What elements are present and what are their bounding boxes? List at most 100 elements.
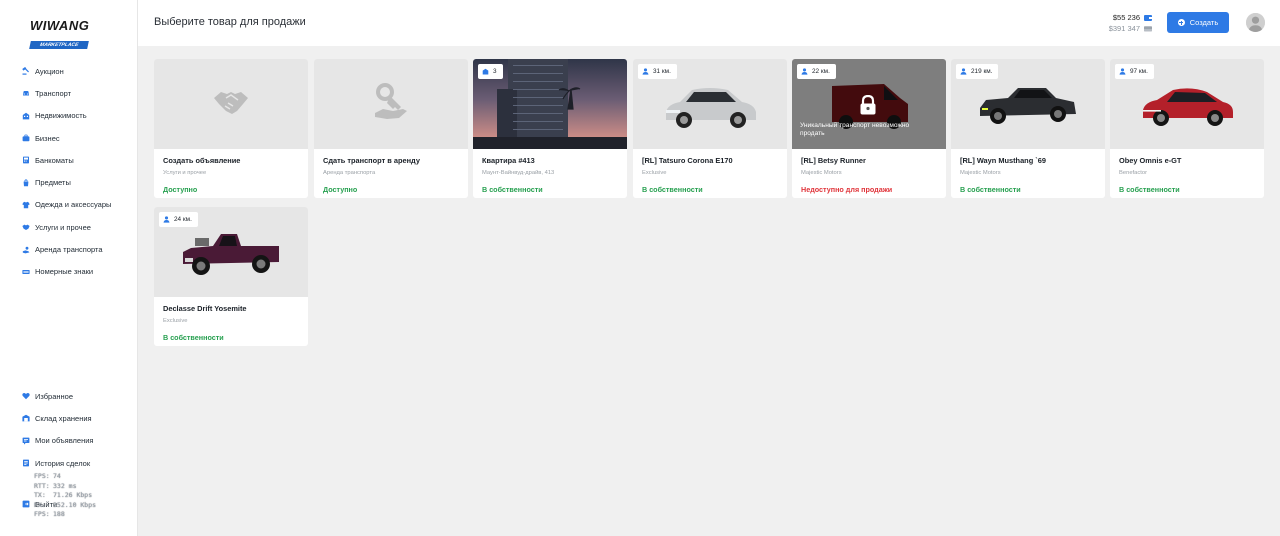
debug-value: 332 ms [53,481,77,490]
sidebar-item-auction[interactable]: Аукцион [0,60,138,82]
sidebar-item-label: Склад хранения [35,413,92,423]
balance: $55 236 $391 347 [1109,12,1152,33]
building-icon [482,68,489,75]
truck-image [183,234,279,275]
logo-subtitle: MARKETPLACE [29,41,90,49]
badge-value: 97 км. [1130,68,1148,75]
card-vehicle[interactable]: 219 км. [RL] Wayn Musthang `69 Majestic … [951,59,1105,198]
key-hand-icon [373,82,409,126]
bank-balance: $391 347 [1109,23,1152,33]
person-icon [163,216,170,223]
card-status: В собственности [482,185,543,194]
card-media: 219 км. [951,59,1105,149]
card-badge: 3 [478,64,503,79]
debug-row: TX: 71.26 Kbps [34,491,96,501]
person-icon [1119,68,1126,75]
cash-value: $55 236 [1112,12,1140,22]
cash-balance: $55 236 [1109,12,1152,22]
handshake-icon [212,89,250,120]
card-media [154,59,308,149]
card-badge: 24 км. [159,212,198,227]
debug-value: 71.26 Kbps [53,491,93,500]
card-create-listing[interactable]: Создать объявление Услуги и прочее Досту… [154,59,308,198]
person-icon [960,68,967,75]
debug-value: 188 [53,510,65,519]
sidebar-item-label: Недвижимость [35,111,87,121]
card-vehicle[interactable]: 24 км. Declasse Drift Yosemite Exclusive… [154,207,308,346]
sidebar-item-transport[interactable]: Транспорт [0,82,138,104]
debug-key: RTT: [34,481,50,490]
card-title: [RL] Betsy Runner [801,156,866,165]
debug-key: RX: [34,500,46,509]
badge-value: 3 [493,68,497,75]
card-badge: 22 км. [797,64,836,79]
card-subtitle: Benefactor [1119,170,1148,176]
page-title: Выберите товар для продажи [154,16,306,28]
card-media: 97 км. [1110,59,1264,149]
plus-circle-icon [1177,19,1185,26]
card-media: 31 км. [633,59,787,149]
card-apartment[interactable]: 3 Квартира #413 Маунт-Вайнвуд-драйв, 413… [473,59,627,198]
card-status: Недоступно для продажи [801,185,893,194]
sidebar-item-label: Избранное [35,391,74,401]
debug-row: RX: 352.10 Kbps [34,501,96,511]
card-title: Создать объявление [163,156,241,165]
sidebar-item-label: Услуги и прочее [35,222,91,232]
logo-text: WIWANG [30,18,90,33]
sidebar-item-rent[interactable]: Аренда транспорта [0,238,138,260]
card-vehicle-locked[interactable]: Уникальный транспорт невозможно продать … [792,59,946,198]
debug-key: FPS: [34,472,50,480]
ads-icon [22,437,30,445]
debug-row: FPS: 188 [34,510,96,520]
sidebar-item-realty[interactable]: Недвижимость [0,105,138,127]
heart-icon [22,392,30,400]
logo[interactable]: WIWANG MARKETPLACE [29,18,106,49]
card-rent-transport[interactable]: Сдать транспорт в аренду Аренда транспор… [314,59,468,198]
card-title: Obey Omnis e-GT [1119,156,1182,165]
rent-icon [22,246,30,254]
sidebar-item-label: Предметы [35,178,71,188]
create-button[interactable]: Создать [1167,12,1229,33]
sidebar-item-label: История сделок [35,458,91,468]
sidebar-item-my-ads[interactable]: Мои объявления [0,430,138,452]
card-subtitle: Услуги и прочее [163,170,207,176]
car-icon [22,89,30,97]
debug-value: 352.10 Kbps [53,500,97,509]
badge-value: 219 км. [971,68,993,75]
card-vehicle[interactable]: 31 км. [RL] Tatsuro Corona E170 Exclusiv… [633,59,787,198]
card-status: В собственности [1119,185,1180,194]
sidebar-item-clothes[interactable]: Одежда и аксессуары [0,194,138,216]
card-vehicle[interactable]: 97 км. Obey Omnis e-GT Benefactor В собс… [1110,59,1264,198]
handshake-icon [22,223,30,231]
history-icon [22,459,30,467]
card-status: Доступно [323,185,358,194]
sidebar-item-warehouse[interactable]: Склад хранения [0,407,138,429]
sidebar-nav: Аукцион Транспорт Недвижимость Бизнес Ба… [0,60,138,283]
sidebar: WIWANG MARKETPLACE Аукцион Транспорт Нед… [0,0,138,536]
auction-icon [22,67,30,75]
debug-row: RTT: 332 ms [34,482,96,492]
sidebar-item-label: Транспорт [35,88,72,98]
sidebar-item-label: Аренда транспорта [35,245,103,255]
sidebar-item-services[interactable]: Услуги и прочее [0,216,138,238]
avatar[interactable] [1246,13,1265,32]
card-subtitle: Exclusive [642,170,667,176]
sidebar-item-favorites[interactable]: Избранное [0,385,138,407]
atm-icon [22,156,30,164]
sidebar-item-atm[interactable]: Банкоматы [0,149,138,171]
sidebar-item-history[interactable]: История сделок [0,452,138,474]
header: Выберите товар для продажи $55 236 $391 … [138,0,1280,46]
card-media [314,59,468,149]
person-icon [642,68,649,75]
car-image [666,88,756,128]
bank-value: $391 347 [1108,23,1140,33]
car-image [980,88,1076,124]
card-subtitle: Аренда транспорта [323,170,376,176]
sidebar-item-business[interactable]: Бизнес [0,127,138,149]
sidebar-item-items[interactable]: Предметы [0,171,138,193]
card-badge: 31 км. [638,64,677,79]
card-media: Уникальный транспорт невозможно продать … [792,59,946,149]
sidebar-item-plates[interactable]: Номерные знаки [0,261,138,283]
card-title: Квартира #413 [482,156,535,165]
items-icon [22,179,30,187]
